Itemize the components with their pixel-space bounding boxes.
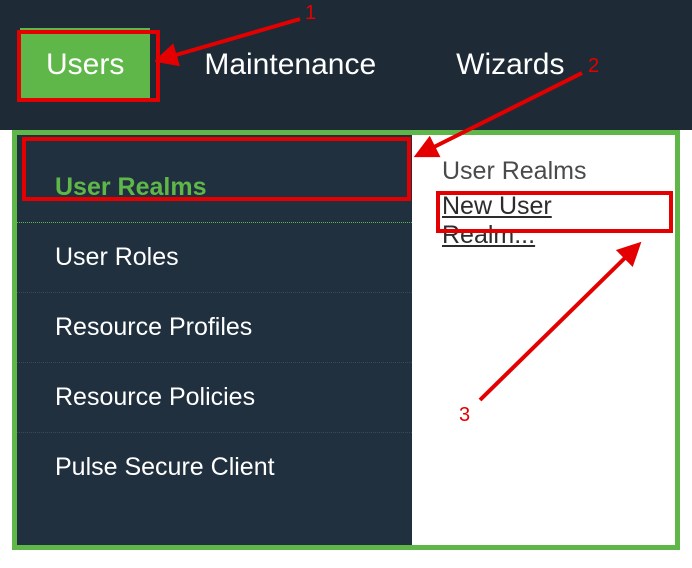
sidebar-item-resource-profiles[interactable]: Resource Profiles [17,293,412,363]
sidebar-item-resource-policies[interactable]: Resource Policies [17,363,412,433]
sidebar: User Realms User Roles Resource Profiles… [17,135,412,545]
tab-wizards[interactable]: Wizards [430,28,590,102]
tab-users[interactable]: Users [20,28,150,102]
top-nav-bar: Users Maintenance Wizards [0,0,692,130]
sidebar-item-user-realms[interactable]: User Realms [17,153,412,223]
new-user-realm-link[interactable]: New User Realm... [442,192,645,250]
main-panel: User Realms New User Realm... [412,135,675,545]
main-heading: User Realms [442,157,645,186]
sidebar-item-pulse-secure-client[interactable]: Pulse Secure Client [17,433,412,502]
sidebar-item-user-roles[interactable]: User Roles [17,223,412,293]
content-area: User Realms User Roles Resource Profiles… [12,130,680,550]
tab-maintenance[interactable]: Maintenance [178,28,402,102]
